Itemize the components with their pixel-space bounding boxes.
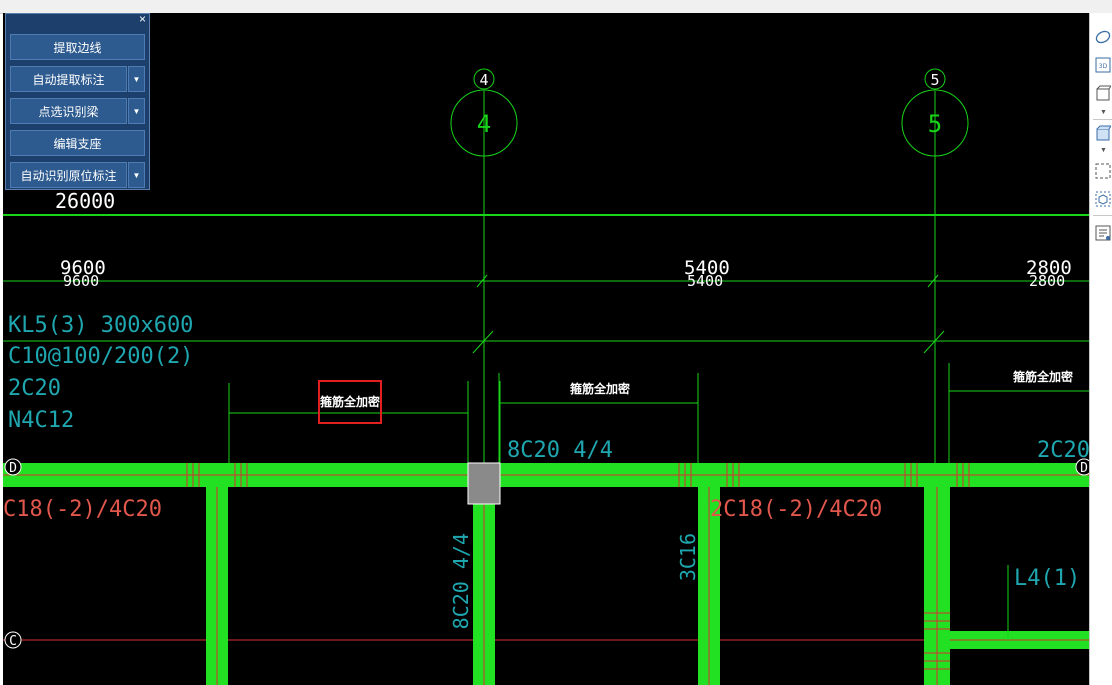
extract-edge-button[interactable]: 提取边线 [10,34,145,60]
cad-drawing[interactable]: 4 4 5 5 26000 9600 9600 5400 5400 2800 2… [3,13,1089,685]
svg-text:3D: 3D [1099,63,1108,70]
top-bars-mid-label: 8C20 4/4 [507,438,613,463]
orbit-icon[interactable] [1095,29,1111,45]
bottom-bars-mid-label: 2C18(-2)/4C20 [710,497,882,522]
dimension-tick [472,330,494,354]
box-view-icon[interactable] [1095,85,1111,101]
toolbar-separator [1093,119,1112,120]
auto-recognize-in-situ-button[interactable]: 自动识别原位标注 [10,162,127,188]
total-dimension-text: 26000 [55,189,115,213]
cube-select-icon[interactable] [1095,191,1111,207]
stirrup-note-left: 箍筋全加密 [319,394,380,409]
beam-recognition-panel: × 提取边线 自动提取标注 ▼ 点选识别梁 ▼ 编辑支座 自动识别原位标注 ▼ [5,12,150,190]
toolbar-separator [1093,215,1112,216]
selection-rect-icon[interactable] [1095,163,1111,179]
axis-bubble-large-4-label: 4 [477,110,491,138]
span-2-dimension-text-overlay: 5400 [687,272,723,290]
right-view-toolbar: 3D ▼ ▼ [1089,13,1112,685]
span-3-dimension-text-overlay: 2800 [1029,272,1065,290]
chevron-down-icon[interactable]: ▼ [128,98,145,124]
shaded-box-icon[interactable] [1095,125,1111,141]
axis-bubble-C-label: C [9,634,17,649]
axis-bubble-small-4-label: 4 [479,71,488,89]
axis-bubble-D-label: D [9,461,17,476]
stirrup-note-mid: 箍筋全加密 [569,381,630,396]
chevron-down-icon[interactable]: ▼ [128,66,145,92]
axis-bubble-small-5-label: 5 [930,71,939,89]
chevron-down-icon[interactable]: ▼ [1100,109,1107,116]
close-icon[interactable]: × [139,12,146,26]
vertical-3c16-label: 3C16 [676,533,700,581]
edit-support-button[interactable]: 编辑支座 [10,130,145,156]
beam-annotation-stirrup: C10@100/200(2) [8,344,193,369]
auto-extract-annotation-button[interactable]: 自动提取标注 [10,66,127,92]
span-1-dimension-text-overlay: 9600 [63,272,99,290]
pick-recognize-beam-button[interactable]: 点选识别梁 [10,98,127,124]
bottom-bars-left-label: C18(-2)/4C20 [3,497,162,522]
properties-list-icon[interactable] [1095,225,1111,241]
beam-annotation-side-bars: N4C12 [8,408,74,433]
axis-bubble-D-right-label: D [1080,461,1088,476]
dimension-tick [923,330,945,354]
axis-bubble-large-5-label: 5 [928,110,942,138]
3d-view-icon[interactable]: 3D [1095,57,1111,73]
chevron-down-icon[interactable]: ▼ [1100,147,1107,154]
chevron-down-icon[interactable]: ▼ [128,162,145,188]
beam-annotation-top-bars: 2C20 [8,376,61,401]
stirrup-note-right: 箍筋全加密 [1012,369,1073,384]
cad-drawing-canvas[interactable]: 4 4 5 5 26000 9600 9600 5400 5400 2800 2… [3,13,1089,685]
hatch-marks [186,463,970,670]
top-strip [0,0,1112,14]
secondary-beam-l4-label: L4(1) [1014,566,1080,591]
column-4D[interactable] [467,462,501,505]
beam-annotation-name: KL5(3) 300x600 [8,313,193,338]
panel-titlebar[interactable]: × [6,12,149,28]
vertical-8c20-label: 8C20 4/4 [449,533,473,629]
